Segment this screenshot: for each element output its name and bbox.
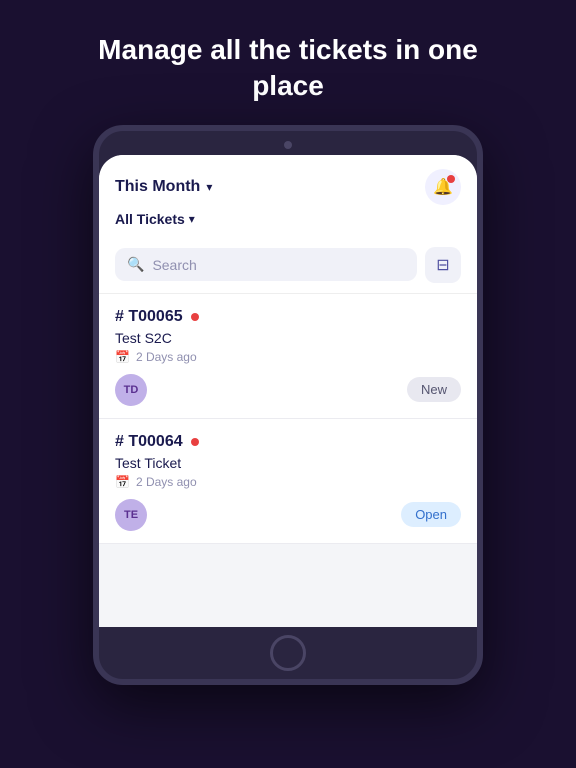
month-label: This Month bbox=[115, 178, 200, 196]
ticket-date-row-2: 📅 2 Days ago bbox=[115, 475, 461, 489]
chevron-down-icon: ▾ bbox=[206, 180, 212, 194]
avatar-2: TE bbox=[115, 499, 147, 531]
tablet-screen: This Month ▾ 🔔 All Tickets ▾ 🔍 Search ⊟ bbox=[99, 155, 477, 627]
screen-header: This Month ▾ 🔔 All Tickets ▾ bbox=[99, 155, 477, 237]
ticket-card-1[interactable]: # T00065 Test S2C 📅 2 Days ago TD New bbox=[99, 294, 477, 419]
status-badge-1: New bbox=[407, 377, 461, 402]
tablet-frame: This Month ▾ 🔔 All Tickets ▾ 🔍 Search ⊟ bbox=[93, 125, 483, 685]
ticket-card-2[interactable]: # T00064 Test Ticket 📅 2 Days ago TE Ope… bbox=[99, 419, 477, 544]
ticket-id-2: # T00064 bbox=[115, 433, 183, 451]
tablet-home-button[interactable] bbox=[270, 635, 306, 671]
notification-button[interactable]: 🔔 bbox=[425, 169, 461, 205]
ticket-id-1: # T00065 bbox=[115, 308, 183, 326]
search-placeholder: Search bbox=[152, 257, 196, 273]
filter-icon: ⊟ bbox=[436, 255, 449, 275]
ticket-id-row-1: # T00065 bbox=[115, 308, 461, 326]
ticket-footer-2: TE Open bbox=[115, 499, 461, 531]
header-top: This Month ▾ 🔔 bbox=[115, 169, 461, 205]
ticket-date-row-1: 📅 2 Days ago bbox=[115, 350, 461, 364]
ticket-status-dot-1 bbox=[191, 313, 199, 321]
ticket-list: # T00065 Test S2C 📅 2 Days ago TD New # … bbox=[99, 294, 477, 627]
all-tickets-filter[interactable]: All Tickets ▾ bbox=[115, 211, 461, 227]
ticket-name-1: Test S2C bbox=[115, 330, 461, 346]
filter-button[interactable]: ⊟ bbox=[425, 247, 461, 283]
search-icon: 🔍 bbox=[127, 256, 144, 273]
tickets-chevron-down-icon: ▾ bbox=[189, 212, 195, 226]
ticket-name-2: Test Ticket bbox=[115, 455, 461, 471]
month-selector[interactable]: This Month ▾ bbox=[115, 178, 212, 196]
ticket-footer-1: TD New bbox=[115, 374, 461, 406]
ticket-date-2: 2 Days ago bbox=[136, 475, 197, 489]
search-input-wrapper[interactable]: 🔍 Search bbox=[115, 248, 417, 281]
status-badge-2: Open bbox=[401, 502, 461, 527]
avatar-1: TD bbox=[115, 374, 147, 406]
search-bar: 🔍 Search ⊟ bbox=[99, 237, 477, 294]
ticket-status-dot-2 bbox=[191, 438, 199, 446]
tablet-camera bbox=[284, 141, 292, 149]
calendar-icon-1: 📅 bbox=[115, 350, 130, 364]
page-headline: Manage all the tickets in one place bbox=[0, 0, 576, 125]
calendar-icon-2: 📅 bbox=[115, 475, 130, 489]
all-tickets-label: All Tickets bbox=[115, 211, 185, 227]
ticket-id-row-2: # T00064 bbox=[115, 433, 461, 451]
ticket-date-1: 2 Days ago bbox=[136, 350, 197, 364]
notification-dot bbox=[447, 175, 455, 183]
